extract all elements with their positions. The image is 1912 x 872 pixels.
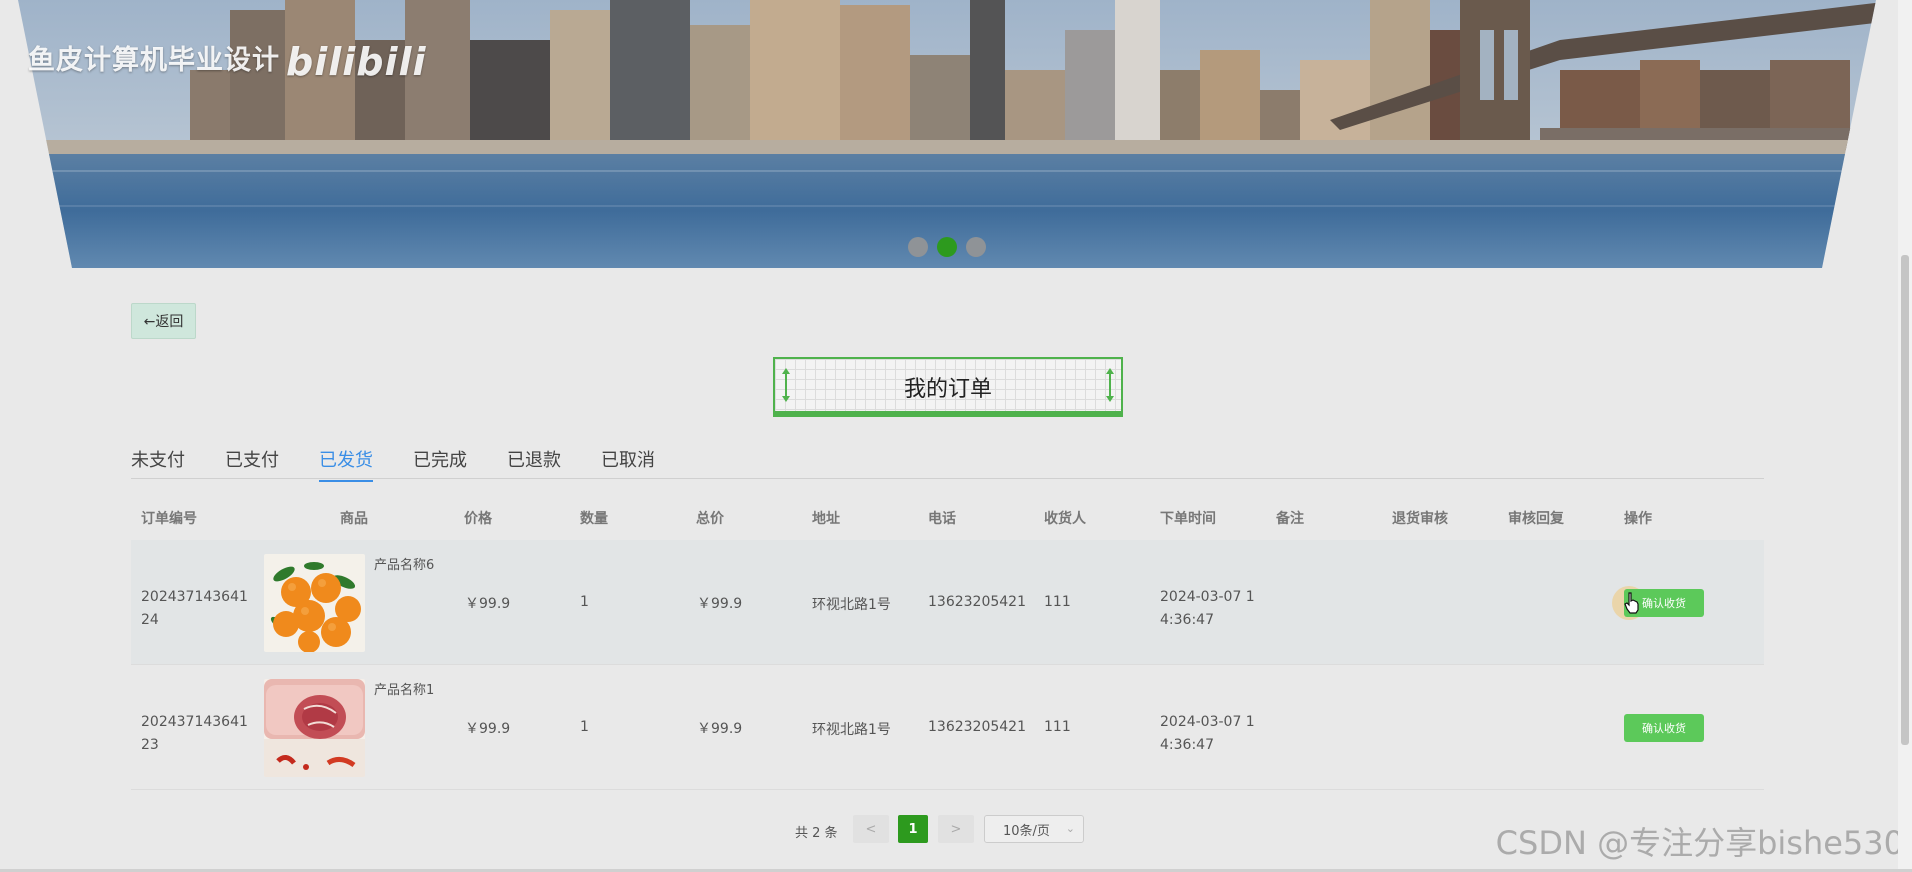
csdn-watermark: CSDN @专注分享bishe530 xyxy=(1495,824,1904,862)
col-price: 价格 xyxy=(464,511,492,527)
order-id: 202437143641 24 xyxy=(141,589,248,628)
col-remark: 备注 xyxy=(1276,511,1304,527)
col-phone: 电话 xyxy=(928,511,956,527)
title-decor-icon xyxy=(1106,368,1114,402)
order-time: 2024-03-07 1 4:36:47 xyxy=(1160,589,1255,628)
col-address: 地址 xyxy=(812,511,840,527)
carousel-indicators xyxy=(908,237,986,257)
col-total: 总价 xyxy=(696,511,724,527)
col-review-reply: 审核回复 xyxy=(1508,511,1564,527)
quantity: 1 xyxy=(580,719,589,735)
carousel-dot[interactable] xyxy=(966,237,986,257)
page-number-button[interactable]: 1 xyxy=(898,815,928,843)
address: 环视北路1号 xyxy=(812,722,891,738)
phone: 13623205421 xyxy=(928,594,1026,610)
price: ￥99.9 xyxy=(465,596,511,612)
chevron-down-icon: ⌄ xyxy=(1065,822,1075,835)
col-refund-review: 退货审核 xyxy=(1392,511,1448,527)
table-header: 订单编号 商品 价格 数量 总价 地址 电话 收货人 下单时间 备注 退货审核 … xyxy=(131,496,1764,540)
table-row: 202437143641 24 产品名称6 ￥99.9 1 ￥99.9 环视北路… xyxy=(131,540,1764,665)
col-order-time: 下单时间 xyxy=(1160,511,1216,527)
page-title: 我的订单 xyxy=(903,377,992,402)
table-row: 202437143641 23 产品名称1 ￥99.9 1 ￥99.9 环视北路1… xyxy=(131,665,1764,790)
order-id: 202437143641 23 xyxy=(141,714,248,753)
total-price: ￥99.9 xyxy=(697,721,743,737)
tab-completed[interactable]: 已完成 xyxy=(413,446,467,472)
next-page-button[interactable]: > xyxy=(938,815,974,843)
col-order-id: 订单编号 xyxy=(141,511,197,527)
col-receiver: 收货人 xyxy=(1044,511,1086,527)
bilibili-logo: bilibili xyxy=(286,39,427,84)
hand-cursor-icon xyxy=(1624,592,1639,614)
quantity: 1 xyxy=(580,594,589,610)
product-image-meat xyxy=(264,679,365,777)
col-quantity: 数量 xyxy=(580,511,608,527)
receiver: 111 xyxy=(1044,719,1071,735)
total-price: ￥99.9 xyxy=(697,596,743,612)
product-image-tangerines xyxy=(264,554,365,652)
title-underline xyxy=(775,411,1121,417)
tab-shipped[interactable]: 已发货 xyxy=(319,446,373,482)
product-name[interactable]: 产品名称1 xyxy=(374,679,434,698)
carousel-dot[interactable] xyxy=(908,237,928,257)
order-status-tabs: 未支付 已支付 已发货 已完成 已退款 已取消 xyxy=(131,440,1764,482)
col-product: 商品 xyxy=(340,511,368,527)
page-size-select[interactable]: 10条/页 ⌄ xyxy=(984,815,1084,843)
page-size-value: 10条/页 xyxy=(1003,823,1050,839)
tab-cancelled[interactable]: 已取消 xyxy=(601,446,655,472)
phone: 13623205421 xyxy=(928,719,1026,735)
col-actions: 操作 xyxy=(1624,511,1652,527)
tab-unpaid[interactable]: 未支付 xyxy=(131,446,185,472)
back-button[interactable]: ←返回 xyxy=(131,303,196,339)
carousel-dot-active[interactable] xyxy=(937,237,957,257)
tab-refunded[interactable]: 已退款 xyxy=(507,446,561,472)
page-title-box: 我的订单 xyxy=(773,357,1123,417)
page-scrollbar[interactable] xyxy=(1898,0,1912,872)
prev-page-button[interactable]: < xyxy=(853,815,889,843)
tab-paid[interactable]: 已支付 xyxy=(225,446,279,472)
scrollbar-thumb[interactable] xyxy=(1901,255,1909,745)
banner-watermark: 鱼皮计算机毕业设计 bilibili xyxy=(28,39,427,84)
product-name[interactable]: 产品名称6 xyxy=(374,554,434,573)
pagination-total: 共 2 条 xyxy=(795,826,838,841)
address: 环视北路1号 xyxy=(812,597,891,613)
order-time: 2024-03-07 1 4:36:47 xyxy=(1160,714,1255,753)
orders-table: 订单编号 商品 价格 数量 总价 地址 电话 收货人 下单时间 备注 退货审核 … xyxy=(131,496,1764,790)
receiver: 111 xyxy=(1044,594,1071,610)
price: ￥99.9 xyxy=(465,721,511,737)
confirm-receipt-button[interactable]: 确认收货 xyxy=(1624,714,1704,742)
hero-banner: 鱼皮计算机毕业设计 bilibili xyxy=(0,0,1912,268)
